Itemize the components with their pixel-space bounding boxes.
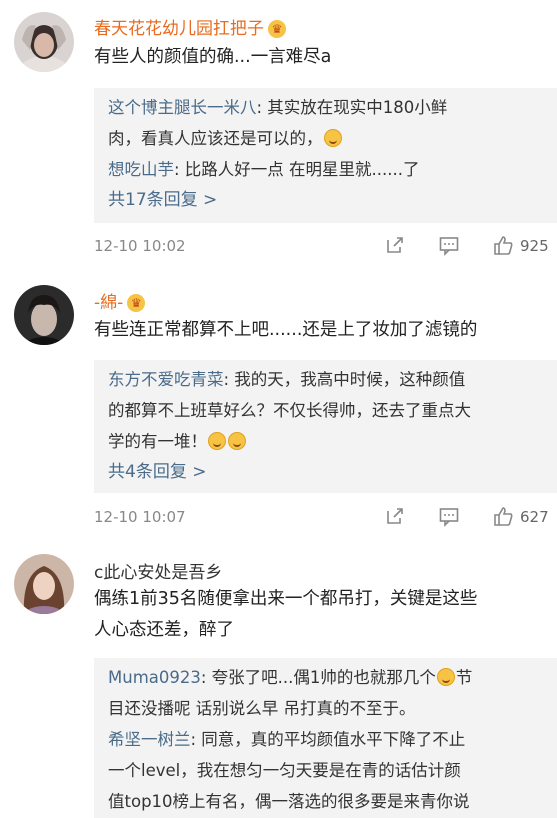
reply-username[interactable]: 希坚一树兰 <box>108 730 191 749</box>
avatar[interactable] <box>14 12 74 72</box>
repost-icon[interactable] <box>384 505 410 531</box>
avatar[interactable] <box>14 285 74 345</box>
more-replies-link[interactable]: 共17条回复 > <box>108 185 543 216</box>
reply-username[interactable]: 想吃山芋 <box>108 160 174 179</box>
reply-item[interactable]: 东方不爱吃青菜: 我的天，我高中时候，这种颜值 的都算不上班草好么？不仅长得帅，… <box>108 364 543 457</box>
repost-icon[interactable] <box>384 234 410 260</box>
comment-icon[interactable] <box>438 505 464 531</box>
laugh-cry-emoji-icon <box>228 432 246 450</box>
comment-icon[interactable] <box>438 234 464 260</box>
comment-text: 偶练1前35名随便拿出来一个都吊打，关键是这些 人心态还差，醉了 <box>94 589 478 640</box>
reply-box[interactable]: 东方不爱吃青菜: 我的天，我高中时候，这种颜值 的都算不上班草好么？不仅长得帅，… <box>94 360 557 493</box>
reply-box[interactable]: Muma0923: 夸张了吧...偶1帅的也就那几个节 目还没播呢 话别说么早 … <box>94 658 557 818</box>
like-thumb-icon[interactable] <box>492 505 518 531</box>
comment-meta: 12-10 10:02 925 <box>94 234 557 260</box>
reply-username[interactable]: 东方不爱吃青菜 <box>108 370 224 389</box>
reply-item[interactable]: 想吃山芋: 比路人好一点 在明星里就......了 <box>108 154 543 185</box>
reply-username[interactable]: Muma0923 <box>108 668 201 687</box>
laugh-cry-emoji-icon <box>208 432 226 450</box>
like-count: 627 <box>520 508 549 526</box>
timestamp: 12-10 10:07 <box>94 508 186 526</box>
username[interactable]: -綿- ♛ <box>94 288 146 313</box>
smirk-emoji-icon <box>436 668 455 686</box>
reply-item[interactable]: 希坚一树兰: 同意，真的平均颜值水平下降了不止 一个level，我在想匀一匀天要… <box>108 724 543 817</box>
timestamp: 12-10 10:02 <box>94 237 186 255</box>
comment-meta: 12-10 10:07 627 <box>94 505 557 531</box>
laugh-emoji-icon <box>323 129 342 147</box>
member-crown-icon: ♛ <box>127 294 146 312</box>
comment-text: 有些连正常都算不上吧......还是上了妆加了滤镜的 <box>94 320 478 340</box>
member-crown-icon: ♛ <box>268 20 286 38</box>
like-thumb-icon[interactable] <box>492 234 518 260</box>
like-count: 925 <box>520 237 549 255</box>
more-replies-link[interactable]: 共4条回复 > <box>108 457 543 488</box>
username[interactable]: 春天花花幼儿园扛把子 ♛ <box>94 14 286 39</box>
comment-text: 有些人的颜值的确...一言难尽a <box>94 47 332 67</box>
username[interactable]: c此心安处是吾乡 <box>94 558 222 583</box>
reply-username[interactable]: 这个博主腿长一米八 <box>108 98 257 117</box>
reply-item[interactable]: Muma0923: 夸张了吧...偶1帅的也就那几个节 目还没播呢 话别说么早 … <box>108 662 543 724</box>
reply-box[interactable]: 这个博主腿长一米八: 其实放在现实中180小鲜 肉，看真人应该还是可以的， 想吃… <box>94 88 557 223</box>
avatar[interactable] <box>14 554 74 614</box>
reply-item[interactable]: 这个博主腿长一米八: 其实放在现实中180小鲜 肉，看真人应该还是可以的， <box>108 92 543 154</box>
